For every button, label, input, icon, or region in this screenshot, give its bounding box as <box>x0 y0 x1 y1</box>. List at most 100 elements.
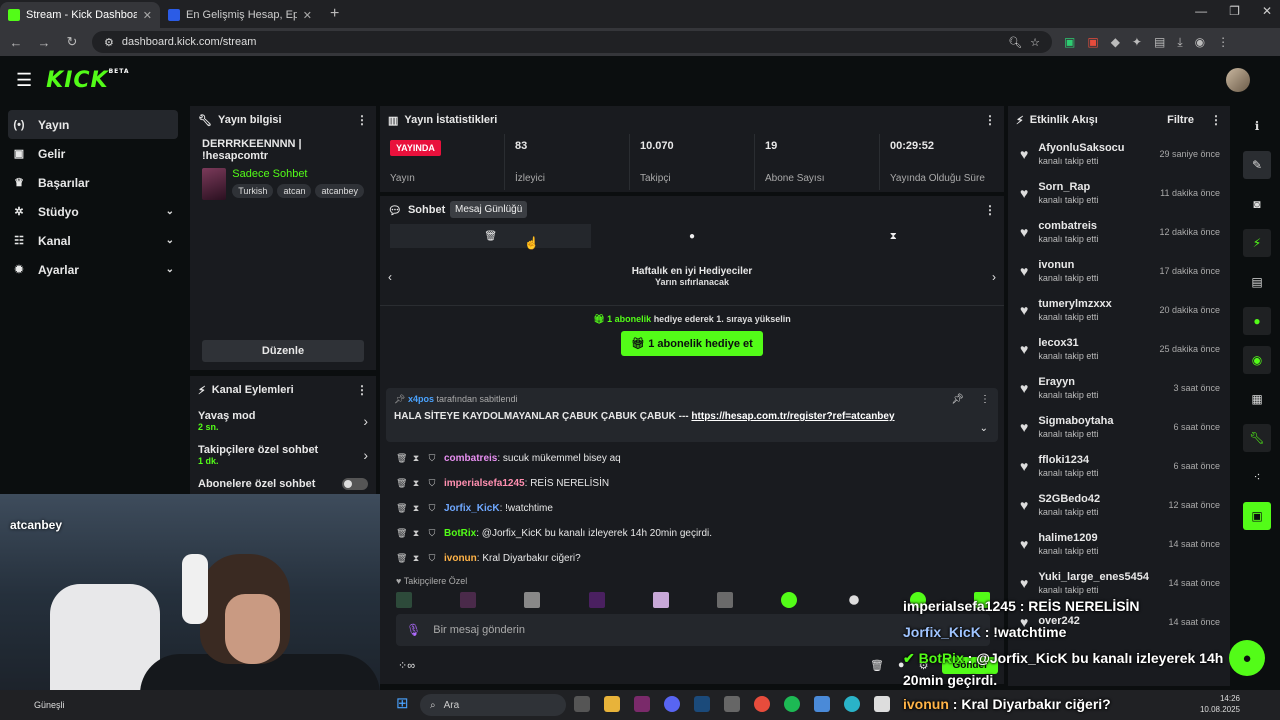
activity-username[interactable]: Erayyn <box>1038 376 1163 388</box>
close-tab-icon[interactable]: ✕ <box>143 9 152 22</box>
browser-tab[interactable]: En Gelişmiş Hesap, Epin ve İtem ✕ <box>160 2 320 28</box>
close-tab-icon[interactable]: ✕ <box>303 9 312 22</box>
document-icon[interactable]: ▤ <box>1243 268 1271 296</box>
taskbar-clock[interactable]: 14:26 10.08.2025 <box>1200 693 1240 715</box>
activity-username[interactable]: lecox31 <box>1038 337 1149 349</box>
activity-username[interactable]: ivonun <box>1038 259 1149 271</box>
activity-username[interactable]: Yuki_large_enes5454 <box>1038 571 1158 583</box>
reload-icon[interactable]: ↻ <box>64 34 80 50</box>
extension-icon[interactable]: ▣ <box>1087 35 1098 50</box>
zoom-icon[interactable]: 🔍︎ <box>1008 36 1022 49</box>
maximize-icon[interactable]: ❐ <box>1229 4 1240 18</box>
activity-username[interactable]: halime1209 <box>1038 532 1158 544</box>
chat-username[interactable]: Jorfix_KicK <box>444 503 500 514</box>
discord-icon[interactable] <box>664 696 680 712</box>
timeout-icon[interactable]: ⧗ <box>412 528 420 539</box>
tab-message-log[interactable]: 🗑︎ <box>390 224 592 248</box>
edge-icon[interactable] <box>844 696 860 712</box>
chevron-left-icon[interactable]: ‹ <box>388 270 392 284</box>
activity-username[interactable]: S2GBedo42 <box>1038 493 1158 505</box>
microphone-icon[interactable]: 🎙︎ <box>406 623 421 637</box>
chat-username[interactable]: combatreis <box>444 453 497 464</box>
layout-icon[interactable]: ▦ <box>1243 385 1271 413</box>
browser-menu-icon[interactable]: ⋮ <box>1217 35 1229 50</box>
emote[interactable] <box>781 592 798 608</box>
close-window-icon[interactable]: ✕ <box>1262 4 1272 18</box>
taskbar-search[interactable]: ⌕ Ara <box>420 694 566 716</box>
edit-button[interactable]: Düzenle <box>202 340 364 362</box>
download-icon[interactable]: ⤓ <box>1177 35 1182 50</box>
chat-username[interactable]: imperialsefa1245 <box>444 478 525 489</box>
steam-icon[interactable] <box>694 696 710 712</box>
ban-shield-icon[interactable]: ⛉ <box>428 553 436 564</box>
app-icon[interactable] <box>874 696 890 712</box>
nav-item[interactable]: (•) Yayın <box>8 110 178 139</box>
weather-text[interactable]: Güneşli <box>34 700 65 710</box>
chevron-right-icon[interactable]: › <box>992 270 996 284</box>
back-icon[interactable]: ← <box>8 35 24 50</box>
emote[interactable] <box>588 592 605 608</box>
pinned-link[interactable]: https://hesap.com.tr/register?ref=atcanb… <box>691 411 894 422</box>
broadcast-icon[interactable]: ◉ <box>1243 346 1271 374</box>
slow-mode-action[interactable]: Yavaş mod 2 sn. › <box>190 404 376 438</box>
nav-item[interactable]: ▣ Gelir <box>8 139 178 168</box>
timeout-icon[interactable]: ⧗ <box>412 453 420 464</box>
spotify-icon[interactable] <box>784 696 800 712</box>
kick-logo[interactable]: KICKBETA <box>46 68 129 93</box>
emote[interactable] <box>396 592 412 608</box>
chevron-down-icon[interactable]: ⌄ <box>980 423 988 434</box>
activity-username[interactable]: AfyonluSaksocu <box>1038 142 1149 154</box>
chat-input[interactable]: 🎙︎ Bir mesaj gönderin <box>396 614 990 646</box>
extension-icon[interactable]: ◆ <box>1111 35 1120 50</box>
profile-icon[interactable]: ◉ <box>1195 35 1205 50</box>
filter-button[interactable]: Filtre <box>1167 114 1194 126</box>
ban-shield-icon[interactable]: ⛉ <box>428 453 436 464</box>
nav-item[interactable]: ♛ Başarılar <box>8 168 178 197</box>
gift-subscription-button[interactable]: 🎁︎ 1 abonelik hediye et <box>621 331 763 356</box>
delete-message-icon[interactable]: 🗑︎ <box>396 553 407 564</box>
more-options-icon[interactable]: ⋮ <box>984 113 996 127</box>
more-options-icon[interactable]: ⋮ <box>356 383 368 397</box>
pencil-icon[interactable]: ✎ <box>1243 151 1271 179</box>
activity-username[interactable]: combatreis <box>1038 220 1149 232</box>
nav-item[interactable]: ☷ Kanal ⌄ <box>8 226 178 255</box>
user-avatar[interactable] <box>1226 68 1250 92</box>
forward-icon[interactable]: → <box>36 35 52 50</box>
camera-icon[interactable]: ◙ <box>1243 190 1271 218</box>
lightning-icon[interactable]: ⚡︎ <box>1243 229 1271 257</box>
tab-timeouts[interactable]: ⧗ <box>793 224 994 248</box>
nav-item[interactable]: ✹ Ayarlar ⌄ <box>8 255 178 284</box>
more-options-icon[interactable]: ⋮ <box>984 203 996 217</box>
wrench-icon[interactable]: 🔧︎ <box>1243 424 1271 452</box>
pinned-by-user[interactable]: x4pos <box>408 394 434 404</box>
app-icon[interactable] <box>814 696 830 712</box>
windows-start-icon[interactable]: ⊞ <box>396 696 412 712</box>
delete-message-icon[interactable]: 🗑︎ <box>396 453 407 464</box>
stream-category[interactable]: Sadece Sohbet <box>232 168 364 180</box>
file-explorer-icon[interactable] <box>604 696 620 712</box>
subscribers-only-action[interactable]: Abonelere özel sohbet <box>190 472 376 496</box>
nav-item[interactable]: ✲ Stüdyo ⌄ <box>8 197 178 226</box>
more-options-icon[interactable]: ⋮ <box>356 113 368 127</box>
ban-shield-icon[interactable]: ⛉ <box>428 528 436 539</box>
emote[interactable] <box>460 592 477 608</box>
timeout-icon[interactable]: ⧗ <box>412 503 420 514</box>
more-options-icon[interactable]: ⋮ <box>1210 113 1222 127</box>
trash-icon[interactable]: 🗑︎ <box>870 659 884 672</box>
info-icon[interactable]: ℹ︎ <box>1243 112 1271 140</box>
new-tab-button[interactable]: + <box>320 5 349 23</box>
tab-search-icon[interactable]: ▤ <box>1154 35 1165 50</box>
followers-only-action[interactable]: Takipçilere özel sohbet 1 dk. › <box>190 438 376 472</box>
timeout-icon[interactable]: ⧗ <box>412 553 420 564</box>
chat-username[interactable]: ivonun <box>444 553 477 564</box>
hamburger-menu-icon[interactable]: ☰ <box>16 70 32 91</box>
emote[interactable] <box>717 592 734 608</box>
bot-icon[interactable]: ▣ <box>1243 502 1271 530</box>
emote[interactable] <box>652 592 669 608</box>
share-icon[interactable]: ⁖ <box>1243 463 1271 491</box>
tab-chat[interactable]: ● <box>591 224 792 248</box>
ban-shield-icon[interactable]: ⛉ <box>428 503 436 514</box>
subscribers-only-toggle[interactable] <box>342 478 368 490</box>
app-icon[interactable] <box>634 696 650 712</box>
timeout-icon[interactable]: ⧗ <box>412 478 420 489</box>
